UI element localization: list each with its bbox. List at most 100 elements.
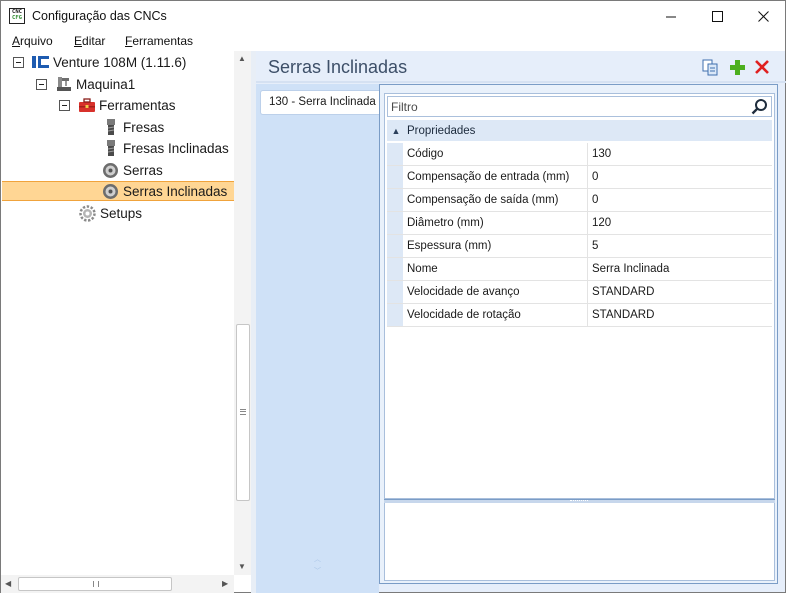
gear-icon	[79, 204, 96, 222]
tree-panel: Venture 108M (1.11.6) Maquina1 Ferrament…	[0, 51, 252, 593]
title-bar: CNC CFG Configuração das CNCs	[0, 0, 786, 31]
tree-item-fresas[interactable]: Fresas	[102, 117, 164, 137]
window-title: Configuração das CNCs	[32, 9, 167, 23]
chevron-down-icon[interactable]: ﹀	[314, 566, 321, 578]
scroll-left-arrow-icon[interactable]: ◀	[5, 579, 11, 588]
filter-input[interactable]	[388, 97, 748, 116]
property-name: Espessura (mm)	[403, 235, 588, 257]
tree-label-maquina1: Maquina1	[76, 76, 136, 92]
property-row[interactable]: Velocidade de avanço STANDARD	[387, 281, 772, 304]
tool-list: 130 - Serra Inclinada ︿ ﹀	[256, 84, 379, 593]
tree-item-serras-inclinadas[interactable]: Serras Inclinadas	[2, 181, 234, 201]
scroll-down-arrow-icon[interactable]: ▼	[238, 562, 246, 571]
mill-bit-icon	[102, 139, 119, 157]
copy-icon	[702, 59, 717, 75]
property-value[interactable]: Serra Inclinada	[588, 258, 772, 280]
tree-horizontal-scrollbar[interactable]: ◀ ▶	[1, 575, 234, 593]
list-scroll-arrows: ︿ ﹀	[314, 554, 321, 578]
tree-label-setups: Setups	[100, 205, 143, 221]
property-name: Velocidade de rotação	[403, 304, 588, 326]
menu-arquivo-accel: A	[12, 34, 21, 48]
property-row[interactable]: Compensação de saída (mm) 0	[387, 189, 772, 212]
vertical-scroll-thumb[interactable]	[236, 324, 250, 501]
tree-label-fresas: Fresas	[123, 119, 165, 135]
menu-bar: Arquivo Editar Ferramentas	[0, 31, 786, 51]
property-value[interactable]: 5	[588, 235, 772, 257]
property-value[interactable]: STANDARD	[588, 281, 772, 303]
saw-blade-icon	[102, 183, 119, 200]
property-row[interactable]: Diâmetro (mm) 120	[387, 212, 772, 235]
property-row[interactable]: Nome Serra Inclinada	[387, 258, 772, 281]
grip-icon	[240, 409, 246, 415]
chevron-up-icon[interactable]: ︿	[314, 554, 321, 566]
tree-item-venture[interactable]: Venture 108M (1.11.6)	[13, 52, 186, 72]
property-name: Diâmetro (mm)	[403, 212, 588, 234]
property-name: Código	[403, 143, 588, 165]
tree-label-venture: Venture 108M (1.11.6)	[53, 54, 187, 70]
menu-arquivo[interactable]: Arquivo	[12, 34, 53, 48]
category-row[interactable]: ▲ Propriedades	[387, 120, 772, 141]
property-row[interactable]: Espessura (mm) 5	[387, 235, 772, 258]
maximize-button[interactable]	[694, 1, 740, 31]
property-row[interactable]: Código 130	[387, 143, 772, 166]
menu-editar[interactable]: Editar	[74, 34, 105, 48]
category-label: Propriedades	[407, 124, 476, 137]
scroll-up-arrow-icon[interactable]: ▲	[238, 54, 246, 63]
menu-editar-accel: E	[74, 34, 83, 48]
tree-label-serras-inclinadas: Serras Inclinadas	[123, 183, 228, 199]
property-editor: ▲ Propriedades Código130 Compensação de …	[379, 84, 778, 584]
property-name: Compensação de entrada (mm)	[403, 166, 588, 188]
copy-button[interactable]	[701, 58, 719, 76]
tree-item-ferramentas[interactable]: Ferramentas	[59, 95, 176, 115]
property-value[interactable]: 120	[588, 212, 772, 234]
grip-icon	[570, 500, 588, 502]
minimize-icon	[665, 16, 676, 17]
menu-editar-label: ditar	[82, 34, 106, 48]
property-row[interactable]: Compensação de entrada (mm) 0	[387, 166, 772, 189]
property-name: Compensação de saída (mm)	[403, 189, 588, 211]
add-button[interactable]	[728, 58, 746, 76]
property-value[interactable]: 130	[588, 143, 772, 165]
filter-box	[387, 96, 772, 117]
tree-item-setups[interactable]: Setups	[79, 203, 142, 223]
menu-ferramentas[interactable]: Ferramentas	[125, 34, 193, 48]
menu-ferramentas-label: erramentas	[132, 34, 194, 48]
tree-vertical-scrollbar[interactable]: ▲ ▼	[234, 51, 252, 575]
scroll-right-arrow-icon[interactable]: ▶	[222, 579, 228, 588]
tree-label-ferramentas: Ferramentas	[99, 97, 176, 113]
maximize-icon	[711, 10, 723, 22]
property-grid: ▲ Propriedades Código130 Compensação de …	[384, 93, 775, 499]
header-divider	[256, 81, 786, 83]
search-icon[interactable]	[751, 98, 768, 115]
horizontal-scroll-thumb[interactable]	[18, 577, 172, 591]
app-icon: CNC CFG	[9, 8, 25, 24]
mill-bit-icon	[102, 118, 119, 136]
collapse-icon[interactable]	[36, 78, 47, 90]
property-name: Nome	[403, 258, 588, 280]
close-button[interactable]	[740, 1, 786, 31]
minimize-button[interactable]	[648, 1, 694, 31]
property-value[interactable]: 0	[588, 166, 772, 188]
property-value[interactable]: STANDARD	[588, 304, 772, 326]
menu-arquivo-label: rquivo	[20, 34, 53, 48]
saw-blade-icon	[102, 162, 119, 179]
description-panel	[384, 503, 775, 581]
detail-panel: Serras Inclinadas 130 - Serra Inclinada …	[256, 51, 786, 593]
collapse-icon[interactable]	[59, 99, 70, 111]
property-value[interactable]: 0	[588, 189, 772, 211]
tree-item-fresas-inclinadas[interactable]: Fresas Inclinadas	[102, 138, 229, 158]
grip-icon	[93, 581, 99, 587]
tree-label-serras: Serras	[123, 162, 163, 178]
property-row[interactable]: Velocidade de rotação STANDARD	[387, 304, 772, 327]
delete-button[interactable]	[753, 58, 771, 76]
tree-item-serras[interactable]: Serras	[102, 160, 163, 180]
chevron-up-icon[interactable]: ▲	[387, 126, 405, 136]
collapse-icon[interactable]	[13, 56, 24, 68]
tree-label-fresas-inclinadas: Fresas Inclinadas	[123, 140, 229, 156]
property-name: Velocidade de avanço	[403, 281, 588, 303]
close-icon	[757, 10, 769, 22]
app-icon-text-bottom: CFG	[12, 15, 22, 21]
list-item[interactable]: 130 - Serra Inclinada	[260, 90, 379, 115]
toolbox-icon	[78, 97, 95, 114]
tree-item-maquina1[interactable]: Maquina1	[36, 74, 135, 94]
